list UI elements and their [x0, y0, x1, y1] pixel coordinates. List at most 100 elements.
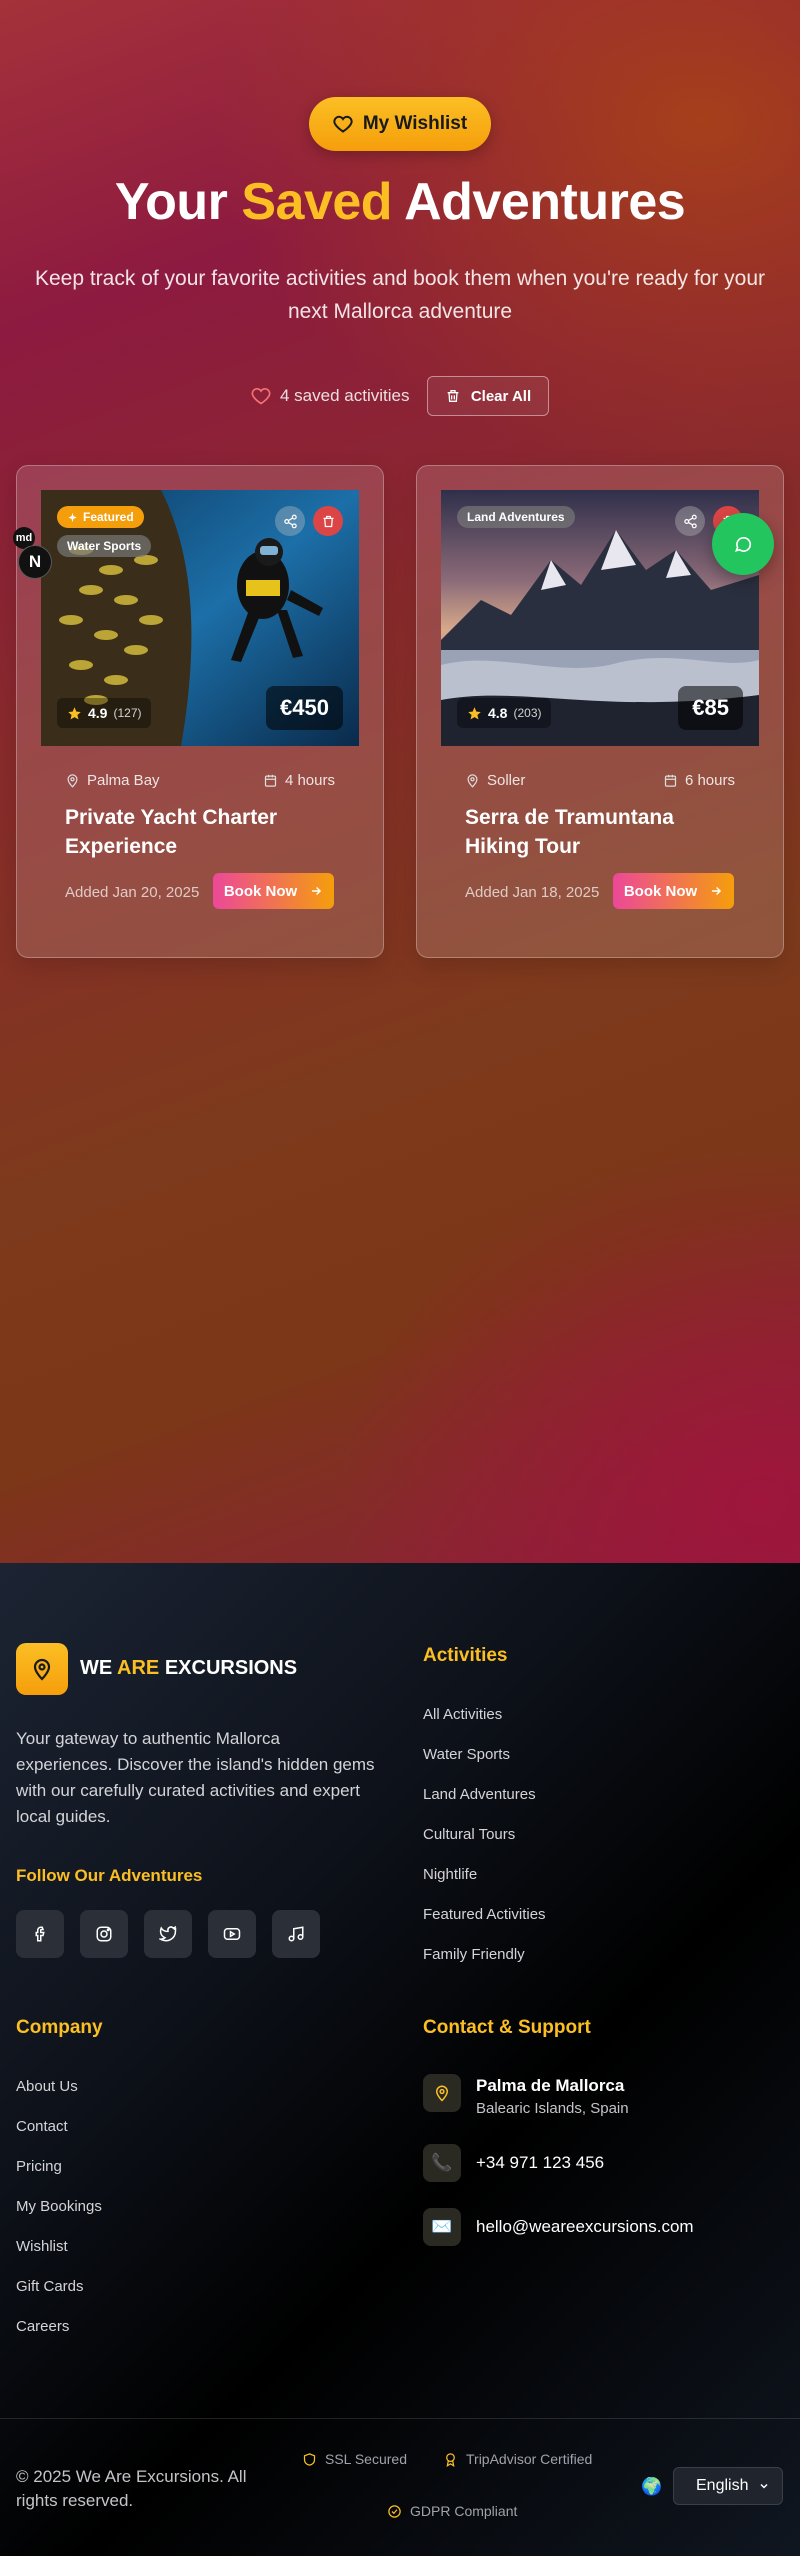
star-icon — [468, 706, 481, 719]
address-title: Palma de Mallorca — [476, 2076, 625, 2095]
share-button[interactable] — [275, 506, 305, 536]
rating: 4.9 (127) — [57, 698, 152, 728]
trash-icon — [323, 515, 333, 527]
arrow-right-icon — [712, 886, 722, 896]
calendar-icon — [664, 774, 677, 787]
share-icon — [683, 514, 697, 528]
footer-link-contact[interactable]: Contact — [16, 2118, 68, 2135]
shield-icon — [303, 2452, 316, 2466]
location: Soller — [465, 770, 525, 790]
star-icon — [68, 706, 81, 719]
activity-title[interactable]: Serra de Tramuntana Hiking Tour — [465, 803, 743, 861]
calendar-icon — [264, 774, 277, 787]
footer-link-featured-activities[interactable]: Featured Activities — [423, 1906, 546, 1923]
wishlist-card: Featured Water Sports 4.9 (127) €450 Pal… — [16, 465, 384, 958]
footer-link-gift-cards[interactable]: Gift Cards — [16, 2278, 84, 2295]
share-icon — [283, 514, 297, 528]
footer-link-wishlist[interactable]: Wishlist — [16, 2238, 68, 2255]
whatsapp-chat-button[interactable] — [712, 513, 774, 575]
sparkle-icon — [68, 512, 77, 522]
footer-link-my-bookings[interactable]: My Bookings — [16, 2198, 102, 2215]
youtube-icon — [223, 1928, 241, 1940]
ssl-badge: SSL Secured — [302, 2451, 407, 2467]
category-badge: Water Sports — [57, 535, 152, 557]
footer-link-all-activities[interactable]: All Activities — [423, 1706, 502, 1723]
duration: 6 hours — [663, 770, 735, 790]
company-heading: Company — [16, 2017, 103, 2038]
footer-link-careers[interactable]: Careers — [16, 2318, 69, 2335]
page-title: Your Saved Adventures — [114, 173, 686, 231]
activity-meta: Soller 6 hours — [465, 770, 735, 790]
hero-section: My Wishlist Your Saved Adventures Keep t… — [0, 0, 800, 1563]
footer-link-pricing[interactable]: Pricing — [16, 2158, 62, 2175]
share-button[interactable] — [675, 506, 705, 536]
heart-icon — [333, 115, 353, 133]
my-wishlist-badge: My Wishlist — [309, 97, 491, 151]
twitter-icon — [159, 1925, 177, 1942]
featured-badge: Featured — [57, 506, 144, 528]
wishlist-pill-label: My Wishlist — [362, 113, 468, 134]
activity-title[interactable]: Private Yacht Charter Experience — [65, 803, 343, 861]
trash-icon — [447, 390, 459, 402]
map-pin-icon — [467, 773, 478, 788]
added-date: Added Jan 18, 2025 — [465, 884, 600, 901]
site-footer: WE ARE EXCURSIONS Your gateway to authen… — [0, 1563, 800, 2556]
dev-tools-button[interactable]: N — [18, 545, 52, 579]
chat-icon — [734, 536, 752, 552]
facebook-link[interactable] — [16, 1910, 64, 1958]
activity-meta: Palma Bay 4 hours — [65, 770, 335, 790]
facebook-icon — [35, 1926, 45, 1942]
price-tag: €450 — [266, 686, 343, 730]
saved-count: 4 saved activities — [251, 384, 409, 408]
book-now-button[interactable]: Book Now — [613, 873, 734, 909]
activity-image[interactable]: Featured Water Sports 4.9 (127) €450 — [41, 490, 359, 746]
tripadvisor-badge: TripAdvisor Certified — [443, 2451, 592, 2467]
phone-icon: 📞 — [423, 2144, 461, 2182]
instagram-icon — [96, 1926, 112, 1942]
activity-image[interactable]: Land Adventures 4.8 (203) €85 — [441, 490, 759, 746]
footer-link-nightlife[interactable]: Nightlife — [423, 1866, 477, 1883]
arrow-right-icon — [312, 886, 322, 896]
youtube-link[interactable] — [208, 1910, 256, 1958]
footer-divider — [0, 2418, 800, 2419]
footer-description: Your gateway to authentic Mallorca exper… — [16, 1729, 375, 1826]
award-icon — [446, 2452, 455, 2467]
contact-heading: Contact & Support — [423, 2017, 591, 2038]
price-tag: €85 — [678, 686, 743, 730]
footer-link-cultural-tours[interactable]: Cultural Tours — [423, 1826, 515, 1843]
music-note-icon — [288, 1926, 304, 1942]
twitter-link[interactable] — [144, 1910, 192, 1958]
check-circle-icon — [388, 2504, 401, 2518]
footer-link-family-friendly[interactable]: Family Friendly — [423, 1946, 525, 1963]
language-select[interactable]: English — [673, 2467, 783, 2505]
category-badge: Land Adventures — [457, 506, 575, 528]
globe-icon: 🌍 — [641, 2477, 663, 2496]
map-pin-icon — [435, 2085, 449, 2102]
footer-link-water-sports[interactable]: Water Sports — [423, 1746, 510, 1763]
footer-link-land-adventures[interactable]: Land Adventures — [423, 1786, 536, 1803]
heart-icon — [251, 387, 271, 405]
instagram-link[interactable] — [80, 1910, 128, 1958]
tiktok-link[interactable] — [272, 1910, 320, 1958]
copyright: © 2025 We Are Excursions. All rights res… — [16, 2467, 247, 2510]
logo[interactable] — [16, 1643, 68, 1695]
added-date: Added Jan 20, 2025 — [65, 884, 200, 901]
duration: 4 hours — [263, 770, 335, 790]
location: Palma Bay — [65, 770, 160, 790]
clear-all-button[interactable]: Clear All — [427, 376, 549, 416]
address-subtitle: Balearic Islands, Spain — [476, 2100, 629, 2117]
footer-link-about[interactable]: About Us — [16, 2078, 78, 2095]
remove-button[interactable] — [313, 506, 343, 536]
chevron-down-icon — [760, 2483, 768, 2489]
follow-heading: Follow Our Adventures — [16, 1866, 203, 1885]
brand-name[interactable]: WE ARE EXCURSIONS — [80, 1657, 297, 1680]
map-pin-icon — [33, 1658, 51, 1681]
rating: 4.8 (203) — [457, 698, 552, 728]
page-subtitle: Keep track of your favorite activities a… — [34, 267, 766, 323]
email-address[interactable]: hello@weareexcursions.com — [476, 2217, 694, 2237]
phone-number[interactable]: +34 971 123 456 — [476, 2153, 604, 2173]
book-now-button[interactable]: Book Now — [213, 873, 334, 909]
activities-heading: Activities — [423, 1645, 508, 1666]
gdpr-badge: GDPR Compliant — [387, 2503, 517, 2519]
email-icon: ✉️ — [423, 2208, 461, 2246]
